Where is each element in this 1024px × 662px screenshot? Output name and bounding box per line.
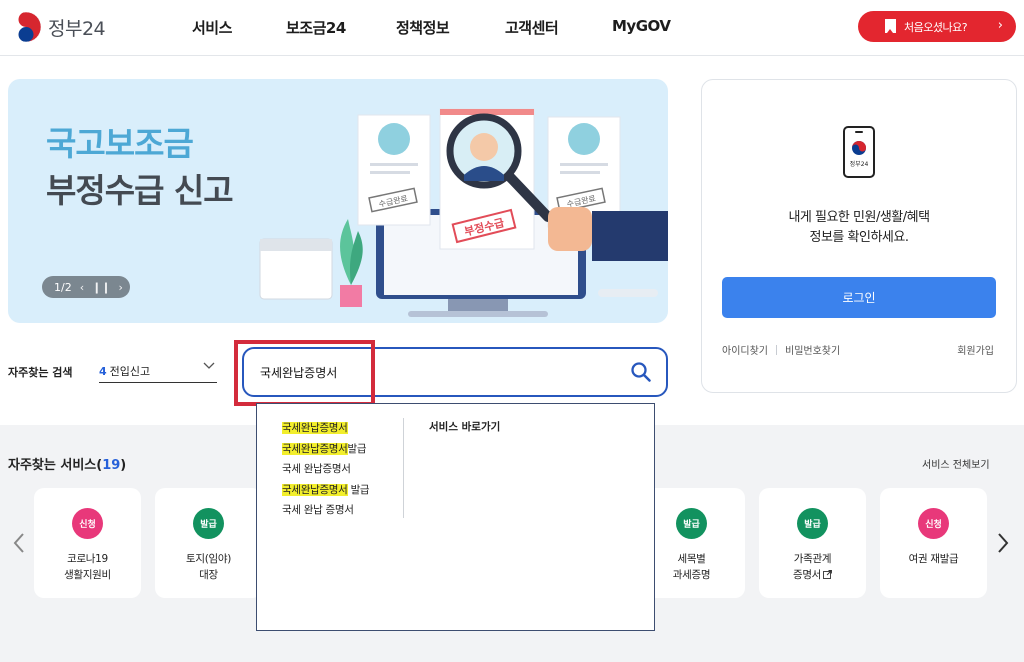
dropdown-divider (403, 418, 404, 518)
bookmark-icon (885, 19, 896, 33)
banner-pager: 1/2 ‹ ❙❙ › (42, 276, 130, 298)
first-visit-button[interactable]: 처음오셨나요? › (858, 11, 1016, 42)
link-divider (776, 344, 777, 355)
chevron-right-icon: › (997, 18, 1003, 33)
apply-badge: 신청 (72, 508, 103, 539)
carousel-prev-icon[interactable] (12, 531, 26, 555)
suggestion-item[interactable]: 국세 완납 증명서 (282, 500, 369, 521)
issue-badge: 발급 (797, 508, 828, 539)
login-message-line1: 내게 필요한 민원/생활/혜택 (788, 210, 930, 225)
nav-customer-center[interactable]: 고객센터 (505, 17, 559, 38)
resume-card-left: 수급완료 (357, 114, 431, 226)
service-card-passport-reissue[interactable]: 신청 여권 재발급 (880, 488, 987, 598)
service-name: 가족관계 증명서 (792, 553, 832, 581)
nav-services[interactable]: 서비스 (192, 17, 232, 38)
frequent-services-title: 자주찾는 서비스(19) (8, 458, 127, 473)
service-card-covid-support[interactable]: 신청 코로나19 생활지원비 (34, 488, 141, 598)
service-card-land-register[interactable]: 발급 토지(임야) 대장 (155, 488, 262, 598)
find-id-link[interactable]: 아이디찾기 (722, 342, 768, 357)
signup-link[interactable]: 회원가입 (957, 342, 994, 357)
pager-count: 1/2 (54, 280, 72, 294)
first-visit-label: 처음오셨나요? (904, 20, 968, 34)
issue-badge: 발급 (193, 508, 224, 539)
services-count: 19 (102, 458, 121, 473)
service-shortcut-heading: 서비스 바로가기 (429, 421, 501, 433)
autocomplete-dropdown: 국세완납증명서 국세완납증명서발급 국세 완납증명서 국세완납증명서 발급 국세… (256, 403, 655, 631)
banner-title: 국고보조금 (46, 124, 194, 163)
pause-icon[interactable]: ❙❙ (92, 281, 110, 294)
top-header: 정부24 서비스 보조금24 정책정보 고객센터 MyGOV 처음오셨나요? › (0, 0, 1024, 56)
login-card: 정부24 내게 필요한 민원/생활/혜택 정보를 확인하세요. 로그인 아이디찾… (701, 79, 1017, 393)
frequent-search-text: 전입신고 (109, 365, 151, 378)
login-links: 아이디찾기 비밀번호찾기 (722, 342, 840, 357)
service-name: 여권 재발급 (908, 553, 959, 565)
suggestion-item[interactable]: 국세완납증명서 (282, 418, 369, 439)
carousel-next-icon[interactable] (996, 531, 1010, 555)
frequent-search-number: 4 (99, 365, 107, 378)
promo-banner[interactable]: 국고보조금 부정수급 신고 수급완료 부정수급 수급완료 1/2 ‹ ❙❙ › (8, 79, 668, 323)
login-message-line2: 정보를 확인하세요. (809, 230, 909, 245)
chevron-down-icon (203, 362, 215, 369)
view-all-services-link[interactable]: 서비스 전체보기 (922, 456, 990, 471)
nav-subsidy24[interactable]: 보조금24 (286, 17, 346, 38)
frequent-search-select[interactable]: 4 전입신고 (99, 357, 217, 383)
suggestion-item[interactable]: 국세 완납증명서 (282, 459, 369, 480)
phone-logo-text: 정부24 (850, 161, 869, 168)
mobile-phone-icon: 정부24 (843, 126, 875, 178)
suggestion-item[interactable]: 국세완납증명서 발급 (282, 480, 370, 501)
service-name: 토지(임야) 대장 (185, 553, 232, 581)
find-password-link[interactable]: 비밀번호찾기 (785, 342, 840, 357)
service-card-family-certificate[interactable]: 발급 가족관계 증명서 (759, 488, 866, 598)
nav-policy-info[interactable]: 정책정보 (396, 17, 450, 38)
external-link-icon (823, 570, 832, 579)
chevron-left-icon[interactable]: ‹ (80, 281, 84, 294)
frequent-search-value: 4 전입신고 (99, 363, 150, 379)
suggestion-item[interactable]: 국세완납증명서발급 (282, 439, 369, 460)
nav-mygov[interactable]: MyGOV (612, 17, 671, 35)
search-icon[interactable] (630, 361, 652, 383)
apply-badge: 신청 (918, 508, 949, 539)
login-button[interactable]: 로그인 (722, 277, 996, 318)
suggestion-list: 국세완납증명서 국세완납증명서발급 국세 완납증명서 국세완납증명서 발급 국세… (282, 418, 370, 521)
issue-badge: 발급 (676, 508, 707, 539)
annotation-highlight-box (234, 340, 375, 406)
banner-subtitle: 부정수급 신고 (46, 171, 234, 210)
banner-illustration: 수급완료 부정수급 수급완료 (259, 108, 668, 317)
taegeuk-logo-icon (10, 11, 42, 43)
chevron-right-icon[interactable]: › (119, 281, 123, 294)
logo-text: 정부24 (48, 17, 106, 40)
login-message: 내게 필요한 민원/생활/혜택 정보를 확인하세요. (702, 208, 1016, 248)
service-name: 코로나19 생활지원비 (64, 553, 111, 581)
frequent-search-label: 자주찾는 검색 (8, 366, 73, 379)
gov24-logo[interactable]: 정부24 (8, 9, 106, 45)
